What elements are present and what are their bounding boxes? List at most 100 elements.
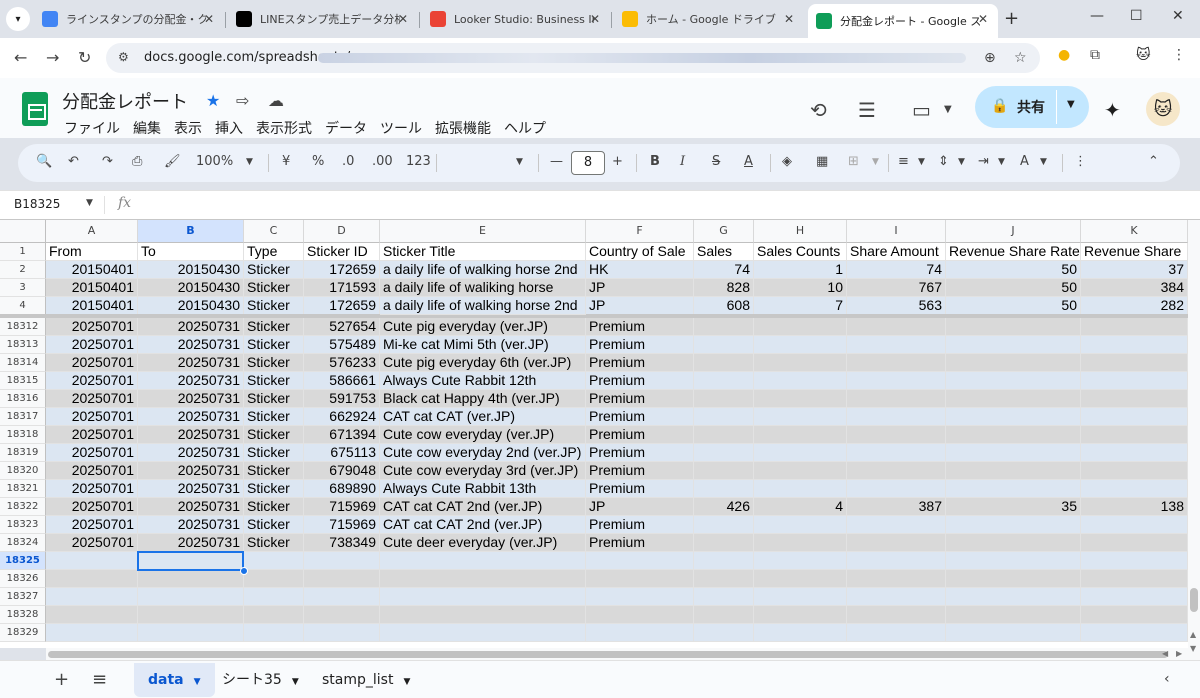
browser-tab[interactable]: Looker Studio: Business Ins ✕ [422, 4, 610, 34]
row-header[interactable]: 18324 [0, 534, 46, 552]
cell[interactable] [244, 624, 304, 642]
cell[interactable]: 20150401 [46, 279, 138, 297]
cloud-status-icon[interactable]: ☁ [268, 91, 284, 110]
cell[interactable]: 20250731 [138, 516, 244, 534]
menu-item[interactable]: 挿入 [215, 118, 243, 138]
cell[interactable]: 20250731 [138, 426, 244, 444]
cell[interactable] [946, 426, 1081, 444]
collapse-menus-icon[interactable]: ⌃ [1148, 154, 1159, 169]
table-row[interactable]: 18321 20250701 20250731 Sticker 689890 Always… [0, 480, 1188, 498]
cell[interactable] [754, 606, 847, 624]
cell[interactable] [847, 318, 946, 336]
cell[interactable] [380, 624, 586, 642]
cell[interactable] [754, 570, 847, 588]
cell[interactable]: Revenue Share Rate [946, 243, 1081, 261]
cell[interactable]: Premium [586, 444, 694, 462]
cell[interactable] [1081, 426, 1188, 444]
close-tab-icon[interactable]: ✕ [204, 12, 214, 26]
cell[interactable]: 576233 [304, 354, 380, 372]
cell[interactable]: Premium [586, 516, 694, 534]
cell[interactable]: Sticker [244, 279, 304, 297]
cell[interactable] [304, 570, 380, 588]
cell[interactable]: Sticker [244, 480, 304, 498]
cell[interactable]: 20250731 [138, 390, 244, 408]
table-row[interactable]: 18312 20250701 20250731 Sticker 527654 Cute p… [0, 318, 1188, 336]
table-row[interactable]: 18316 20250701 20250731 Sticker 591753 Black … [0, 390, 1188, 408]
cell[interactable] [244, 570, 304, 588]
zoom-select[interactable]: 100% [196, 154, 233, 169]
cell[interactable] [847, 390, 946, 408]
cell[interactable]: 50 [946, 297, 1081, 315]
cell[interactable] [304, 624, 380, 642]
browser-tab[interactable]: 分配金レポート - Google スプ ✕ [808, 4, 998, 38]
cell[interactable] [754, 390, 847, 408]
decrease-font-size-icon[interactable]: — [550, 154, 563, 169]
bookmark-star-icon[interactable]: ☆ [1014, 50, 1027, 66]
cell[interactable]: a daily life of waliking horse [380, 279, 586, 297]
cell[interactable] [46, 552, 138, 570]
cell[interactable] [1081, 606, 1188, 624]
cell[interactable]: Sticker [244, 261, 304, 279]
cell[interactable]: 20250701 [46, 426, 138, 444]
cell[interactable]: To [138, 243, 244, 261]
browser-tab[interactable]: ホーム - Google ドライブ ✕ [614, 4, 804, 34]
menu-item[interactable]: ツール [380, 118, 422, 138]
cell[interactable] [694, 462, 754, 480]
horizontal-scroll-thumb[interactable] [48, 651, 1168, 658]
cell[interactable] [946, 336, 1081, 354]
borders-icon[interactable]: ▦ [816, 154, 828, 169]
cell[interactable] [847, 372, 946, 390]
cell[interactable] [946, 606, 1081, 624]
cell[interactable]: 575489 [304, 336, 380, 354]
row-header[interactable]: 18319 [0, 444, 46, 462]
text-rotation-icon[interactable]: A [1020, 154, 1029, 169]
cell[interactable] [694, 516, 754, 534]
scroll-left-arrow[interactable]: ◀ [1162, 649, 1168, 658]
cell[interactable] [754, 624, 847, 642]
cell[interactable]: 387 [847, 498, 946, 516]
vertical-scrollbar[interactable]: ▲ ▼ [1188, 220, 1200, 660]
row-header[interactable]: 4 [0, 297, 46, 315]
scroll-right-arrow[interactable]: ▶ [1176, 649, 1182, 658]
cell[interactable] [1081, 588, 1188, 606]
cell[interactable] [586, 552, 694, 570]
extensions-puzzle-icon[interactable]: ⧉ [1090, 47, 1100, 63]
cell[interactable] [946, 390, 1081, 408]
cell[interactable]: 715969 [304, 516, 380, 534]
cell[interactable]: 608 [694, 297, 754, 315]
cell[interactable]: 662924 [304, 408, 380, 426]
bold-button[interactable]: B [650, 154, 660, 169]
cell[interactable] [244, 588, 304, 606]
cell[interactable] [1081, 624, 1188, 642]
table-row[interactable]: 18314 20250701 20250731 Sticker 576233 Cute p… [0, 354, 1188, 372]
cell[interactable] [694, 606, 754, 624]
cell[interactable]: 828 [694, 279, 754, 297]
undo-icon[interactable]: ↶ [68, 154, 79, 169]
cell[interactable] [754, 354, 847, 372]
cell[interactable]: Sticker [244, 462, 304, 480]
cell[interactable] [1081, 318, 1188, 336]
forward-icon[interactable]: → [46, 48, 59, 67]
select-all-corner[interactable] [0, 220, 46, 243]
vertical-align-icon[interactable]: ⇕ [938, 154, 949, 169]
percent-format-button[interactable]: % [312, 154, 324, 169]
cell[interactable]: JP [586, 297, 694, 315]
table-row[interactable]: 18320 20250701 20250731 Sticker 679048 Cute c… [0, 462, 1188, 480]
cell[interactable] [847, 552, 946, 570]
cell[interactable]: 738349 [304, 534, 380, 552]
sheet-tab-dropdown-icon[interactable]: ▼ [292, 677, 299, 687]
cell[interactable] [946, 408, 1081, 426]
more-tools-icon[interactable]: ⋮ [1074, 154, 1087, 169]
zoom-dropdown-icon[interactable]: ▼ [246, 157, 253, 167]
cell[interactable] [1081, 444, 1188, 462]
cell[interactable]: JP [586, 279, 694, 297]
cell[interactable]: 20250731 [138, 336, 244, 354]
cell[interactable]: Always Cute Rabbit 13th [380, 480, 586, 498]
cell[interactable]: Country of Sale [586, 243, 694, 261]
cell[interactable]: Cute cow everyday 3rd (ver.JP) [380, 462, 586, 480]
row-header[interactable]: 18316 [0, 390, 46, 408]
cell[interactable] [847, 588, 946, 606]
cell[interactable] [754, 426, 847, 444]
row-header[interactable]: 18322 [0, 498, 46, 516]
cell[interactable]: a daily life of walking horse 2nd [380, 297, 586, 315]
